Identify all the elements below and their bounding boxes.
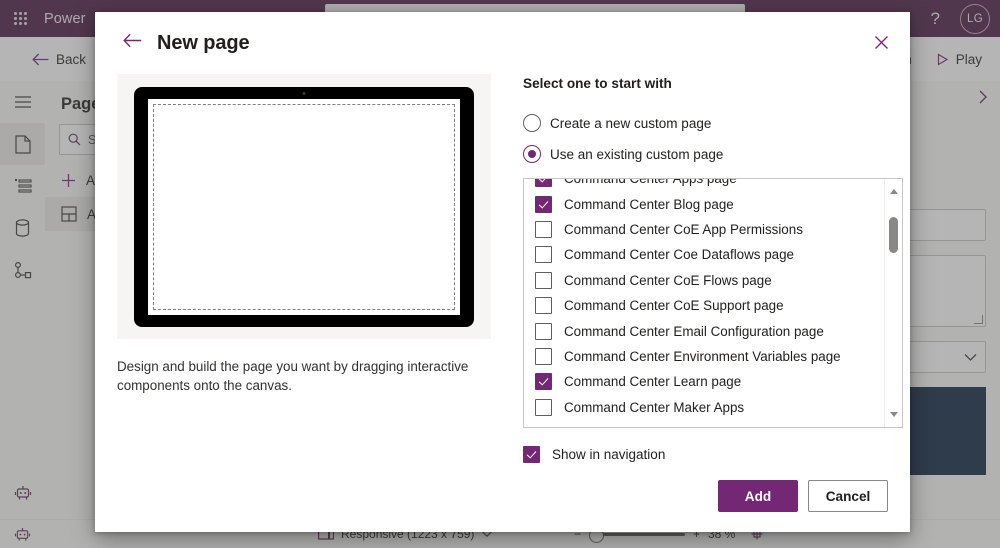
list-item[interactable]: Command Center Learn page: [524, 369, 885, 394]
device-canvas-outline: [153, 103, 455, 310]
listbox-scrollbar[interactable]: [884, 179, 902, 427]
help-icon[interactable]: ?: [925, 9, 946, 29]
checkbox[interactable]: [535, 347, 552, 365]
radio-use-existing-custom-page[interactable]: Use an existing custom page: [523, 140, 888, 168]
play-icon: [936, 52, 949, 66]
list-item[interactable]: Command Center Email Configuration page: [524, 318, 885, 343]
list-item-label: Command Center CoE Flows page: [564, 272, 772, 288]
app-launcher-icon[interactable]: [0, 0, 40, 37]
dialog-title: New page: [157, 31, 250, 54]
dialog-close-button[interactable]: [866, 30, 896, 60]
checkbox[interactable]: [535, 220, 552, 238]
list-item[interactable]: Command Center CoE App Permissions: [524, 217, 885, 242]
list-item-label: Command Center Maker Apps: [564, 399, 745, 415]
list-item[interactable]: Command Center CoE Support page: [524, 293, 885, 318]
search-icon: [68, 133, 81, 146]
resize-handle-icon[interactable]: [974, 315, 983, 324]
list-item[interactable]: Command Center Maker Apps: [524, 395, 885, 420]
radio-button[interactable]: [523, 145, 541, 163]
arrow-left-icon: [32, 53, 49, 66]
preview-column: Design and build the page you want by dr…: [117, 74, 507, 460]
checkbox[interactable]: [535, 373, 552, 391]
list-item-label: Command Center Apps page: [564, 178, 737, 187]
scroll-up-arrow-icon[interactable]: [885, 183, 902, 200]
list-item-label: Command Center CoE Support page: [564, 298, 784, 314]
list-item[interactable]: Command Center CoE Flows page: [524, 268, 885, 293]
list-item-label: Command Center Learn page: [564, 374, 742, 390]
dialog-header: New page: [95, 12, 910, 74]
play-label: Play: [955, 51, 982, 67]
chevron-right-icon[interactable]: [976, 89, 990, 110]
play-button[interactable]: Play: [926, 52, 992, 67]
list-item-label: Command Center Blog page: [564, 196, 734, 212]
checkbox[interactable]: [535, 195, 552, 213]
checkbox[interactable]: [535, 179, 552, 188]
preview-description: Design and build the page you want by dr…: [117, 359, 469, 393]
zoom-slider[interactable]: [588, 527, 685, 543]
rail-item-components[interactable]: [0, 249, 45, 291]
device-screen: [148, 98, 460, 315]
new-page-dialog: New page Design and build the page you w…: [95, 12, 910, 532]
top-bar-actions: ? LG: [925, 0, 990, 37]
hamburger-menu-icon[interactable]: [0, 81, 45, 123]
dialog-back-button[interactable]: [117, 28, 147, 58]
checkbox[interactable]: [535, 246, 552, 264]
list-item[interactable]: Command Center Environment Variables pag…: [524, 344, 885, 369]
rail-item-data[interactable]: [0, 165, 45, 207]
list-item[interactable]: Command Center Blog page: [524, 191, 885, 216]
rail-item-pages[interactable]: [0, 123, 45, 165]
rail-bottom-group: [0, 472, 45, 514]
radio-label: Use an existing custom page: [550, 146, 724, 162]
list-item-label: Command Center Environment Variables pag…: [564, 348, 841, 364]
listbox-items: Command Center Apps page Command Center …: [524, 178, 885, 420]
list-item-label: Command Center Coe Dataflows page: [564, 247, 794, 263]
list-item-label: Command Center CoE App Permissions: [564, 221, 803, 237]
list-item[interactable]: Command Center Apps page: [524, 178, 885, 191]
checkbox[interactable]: [535, 322, 552, 340]
arrow-left-icon: [122, 33, 142, 53]
copilot-robot-icon[interactable]: [0, 472, 45, 514]
list-item[interactable]: Command Center Coe Dataflows page: [524, 242, 885, 267]
page-preview: [117, 74, 491, 339]
back-button[interactable]: Back: [22, 37, 96, 81]
plus-icon: [62, 173, 75, 187]
checkbox[interactable]: [523, 446, 540, 463]
rail-item-database[interactable]: [0, 207, 45, 249]
checkbox[interactable]: [535, 398, 552, 416]
cancel-button[interactable]: Cancel: [808, 480, 888, 512]
dialog-footer: Add Cancel: [95, 460, 910, 532]
radio-button[interactable]: [523, 114, 541, 132]
close-icon: [874, 35, 889, 55]
existing-pages-listbox[interactable]: Command Center Apps page Command Center …: [523, 178, 903, 428]
brand-label: Power: [44, 10, 86, 27]
options-column: Select one to start with Create a new cu…: [523, 74, 903, 463]
back-label: Back: [56, 51, 87, 67]
radio-create-new-custom-page[interactable]: Create a new custom page: [523, 109, 888, 137]
chevron-down-icon: [964, 353, 977, 361]
list-item-label: Command Center Email Configuration page: [564, 323, 824, 339]
checkbox[interactable]: [535, 271, 552, 289]
left-icon-rail: [0, 81, 46, 520]
dialog-body: Design and build the page you want by dr…: [95, 74, 910, 463]
radio-label: Create a new custom page: [550, 115, 712, 131]
scrollbar-thumb[interactable]: [889, 217, 898, 253]
tree-add-label: A: [86, 172, 96, 188]
avatar[interactable]: LG: [960, 3, 990, 34]
status-copilot-icon[interactable]: [0, 527, 45, 542]
checkbox[interactable]: [535, 297, 552, 315]
add-button[interactable]: Add: [718, 480, 798, 512]
tablet-device-illustration: [134, 86, 474, 327]
options-heading: Select one to start with: [523, 76, 672, 91]
scroll-down-arrow-icon[interactable]: [885, 406, 902, 423]
page-layout-icon: [61, 206, 77, 222]
